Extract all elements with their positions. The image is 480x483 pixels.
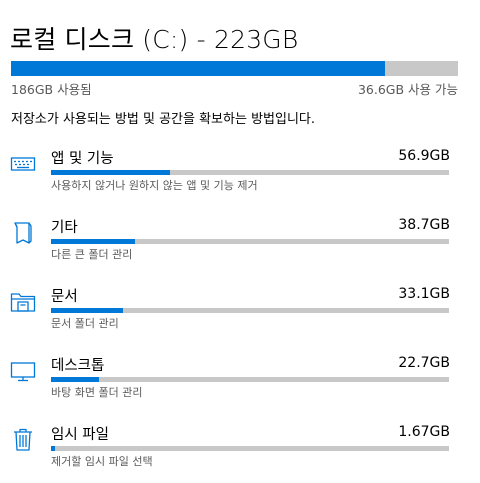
- category-subtext: 사용하지 않거나 원하지 않는 앱 및 기능 제거: [51, 179, 258, 192]
- category-usage-fill: [51, 239, 135, 244]
- category-subtext: 제거할 임시 파일 선택: [51, 455, 153, 468]
- category-usage-fill: [51, 308, 123, 313]
- category-size: 56.9GB: [398, 148, 450, 164]
- category-usage-fill: [51, 170, 171, 175]
- category-size: 22.7GB: [398, 355, 450, 371]
- storage-usage-fill: [11, 61, 385, 76]
- category-size: 38.7GB: [398, 217, 450, 233]
- category-usage-bar: [51, 239, 449, 244]
- category-usage-bar: [51, 170, 449, 175]
- storage-description: 저장소가 사용되는 방법 및 공간을 확보하는 방법입니다.: [11, 112, 316, 127]
- document-icon: [10, 219, 36, 245]
- category-usage-bar: [51, 377, 449, 382]
- category-name: 앱 및 기능: [51, 151, 114, 167]
- category-subtext: 문서 폴더 관리: [51, 317, 119, 330]
- category-other[interactable]: 기타 38.7GB 다른 큰 폴더 관리: [0, 216, 480, 276]
- category-usage-bar: [51, 446, 449, 451]
- category-name: 임시 파일: [51, 427, 109, 443]
- category-name: 데스크톱: [51, 358, 105, 374]
- used-space-label: 186GB 사용됨: [11, 82, 92, 97]
- category-desktop[interactable]: 데스크톱 22.7GB 바탕 화면 폴더 관리: [0, 354, 480, 414]
- category-usage-bar: [51, 308, 449, 313]
- page-title: 로컬 디스크 (C:) - 223GB: [10, 25, 299, 54]
- free-space-label: 36.6GB 사용 가능: [357, 82, 458, 97]
- category-documents[interactable]: 문서 33.1GB 문서 폴더 관리: [0, 285, 480, 345]
- keyboard-icon: [10, 150, 36, 176]
- storage-usage-bar: [11, 61, 458, 76]
- category-usage-fill: [51, 377, 99, 382]
- category-usage-fill: [51, 446, 55, 451]
- category-name: 문서: [51, 289, 78, 305]
- trash-icon: [10, 426, 36, 452]
- monitor-icon: [10, 357, 36, 383]
- category-temporary-files[interactable]: 임시 파일 1.67GB 제거할 임시 파일 선택: [0, 423, 480, 483]
- category-subtext: 다른 큰 폴더 관리: [51, 248, 133, 261]
- category-size: 33.1GB: [398, 286, 450, 302]
- category-name: 기타: [51, 220, 78, 236]
- category-subtext: 바탕 화면 폴더 관리: [51, 386, 143, 399]
- folder-icon: [10, 288, 36, 314]
- category-size: 1.67GB: [398, 424, 450, 440]
- category-apps-and-features[interactable]: 앱 및 기능 56.9GB 사용하지 않거나 원하지 않는 앱 및 기능 제거: [0, 147, 480, 207]
